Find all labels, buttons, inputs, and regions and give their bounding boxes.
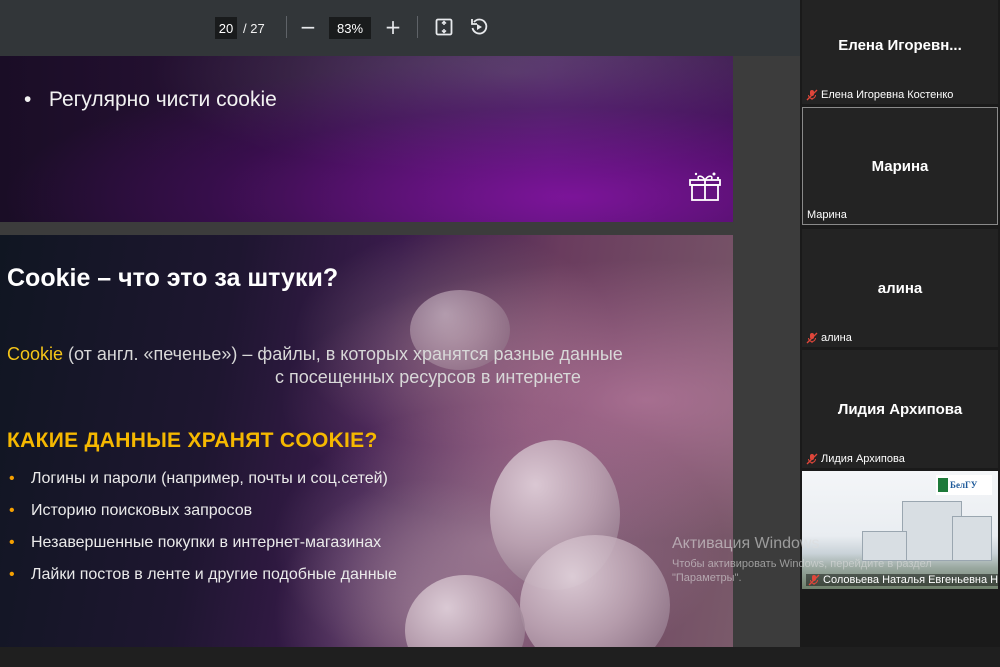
participant-label: алина bbox=[806, 332, 852, 344]
definition-term: Cookie bbox=[7, 344, 64, 364]
slide-definition: Cookie (от англ. «печенье») – файлы, в к… bbox=[7, 343, 667, 389]
video-building bbox=[952, 516, 992, 561]
mic-off-icon bbox=[806, 332, 818, 344]
participant-label: Марина bbox=[807, 209, 847, 221]
university-logo: БелГУ bbox=[936, 475, 992, 495]
definition-text-line2: с посещенных ресурсов в интернете bbox=[275, 367, 581, 387]
list-item: Незавершенные покупки в интернет-магазин… bbox=[7, 532, 397, 553]
watermark-title: Активация Windows bbox=[672, 535, 820, 552]
slide-title: Cookie – что это за штуки? bbox=[7, 264, 339, 292]
bottom-bar bbox=[0, 647, 1000, 667]
slide-subheading: КАКИЕ ДАННЫЕ ХРАНЯТ COOKIE? bbox=[7, 429, 378, 452]
participant-tile[interactable]: Лидия Архипова Лидия Архипова bbox=[802, 350, 998, 468]
participant-name-large: алина bbox=[877, 279, 923, 297]
participant-tile[interactable]: Марина Марина bbox=[802, 107, 998, 225]
toolbar-divider bbox=[417, 16, 418, 38]
zoom-out-button[interactable]: − bbox=[296, 15, 320, 39]
page-total: / 27 bbox=[243, 20, 265, 36]
list-item: Лайки постов в ленте и другие подобные д… bbox=[7, 564, 397, 585]
shield-icon bbox=[938, 478, 948, 492]
definition-text: (от англ. «печенье») – файлы, в которых … bbox=[63, 344, 623, 364]
slide-background-egg bbox=[405, 575, 525, 647]
list-item: Логины и пароли (например, почты и соц.с… bbox=[7, 468, 397, 489]
mic-off-icon bbox=[806, 89, 818, 101]
participant-label: Лидия Архипова bbox=[806, 453, 905, 465]
participant-tile[interactable]: алина алина bbox=[802, 229, 998, 347]
watermark-text: "Параметры". bbox=[672, 572, 742, 584]
gift-icon bbox=[689, 172, 721, 201]
page-number-input[interactable]: 20 bbox=[215, 17, 237, 39]
list-item: Историю поисковых запросов bbox=[7, 500, 397, 521]
page-navigator: 20 / 27 bbox=[215, 17, 265, 39]
windows-activation-watermark: Активация Windows Чтобы активировать Win… bbox=[672, 535, 932, 585]
zoom-level-input[interactable]: 83% bbox=[329, 17, 371, 39]
mic-off-icon bbox=[806, 453, 818, 465]
slide-bullet-list: Логины и пароли (например, почты и соц.с… bbox=[7, 468, 397, 596]
slide-page-20: Cookie – что это за штуки? Cookie (от ан… bbox=[0, 235, 733, 647]
slide-page-19: • Регулярно чисти cookie bbox=[0, 56, 733, 222]
watermark-text: Чтобы активировать Windows, перейдите в … bbox=[672, 558, 932, 570]
participant-tile[interactable]: Елена Игоревн... Елена Игоревна Костенко bbox=[802, 0, 998, 104]
participant-name-large: Лидия Архипова bbox=[837, 400, 963, 418]
zoom-in-button[interactable]: + bbox=[381, 15, 405, 39]
participant-label: Елена Игоревна Костенко bbox=[806, 89, 953, 101]
participant-name-large: Марина bbox=[871, 157, 929, 175]
pdf-toolbar: 20 / 27 − 83% + bbox=[0, 0, 800, 56]
slide-bullet: • Регулярно чисти cookie bbox=[24, 88, 277, 111]
rotate-icon[interactable] bbox=[467, 15, 491, 39]
fit-page-icon[interactable] bbox=[432, 15, 456, 39]
toolbar-divider bbox=[286, 16, 287, 38]
